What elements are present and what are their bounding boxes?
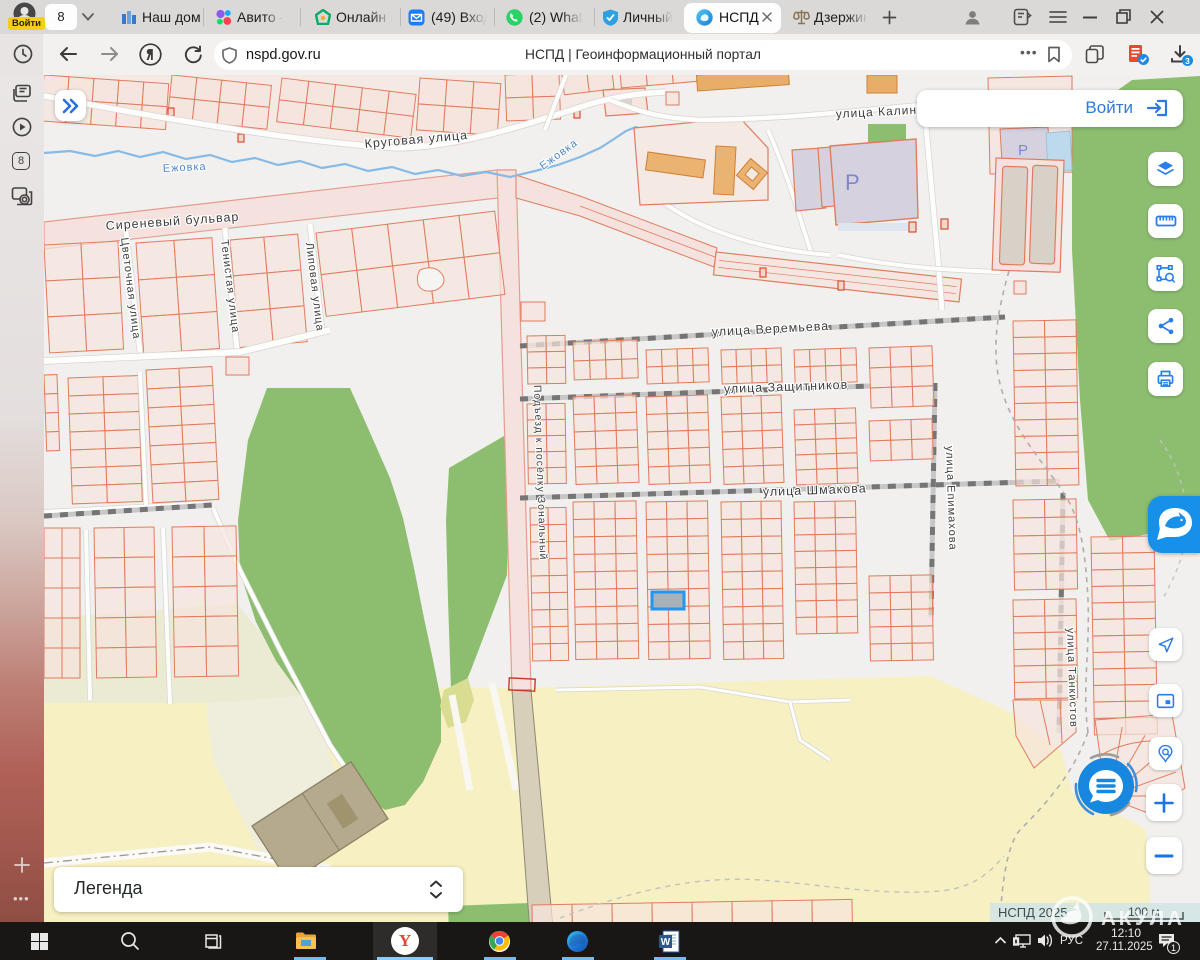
svg-text:P: P	[845, 170, 860, 195]
svg-text:W: W	[661, 937, 671, 948]
svg-text:P: P	[1018, 142, 1028, 159]
svg-text:Ежовка: Ежовка	[163, 161, 207, 175]
svg-text:3: 3	[1185, 56, 1190, 66]
